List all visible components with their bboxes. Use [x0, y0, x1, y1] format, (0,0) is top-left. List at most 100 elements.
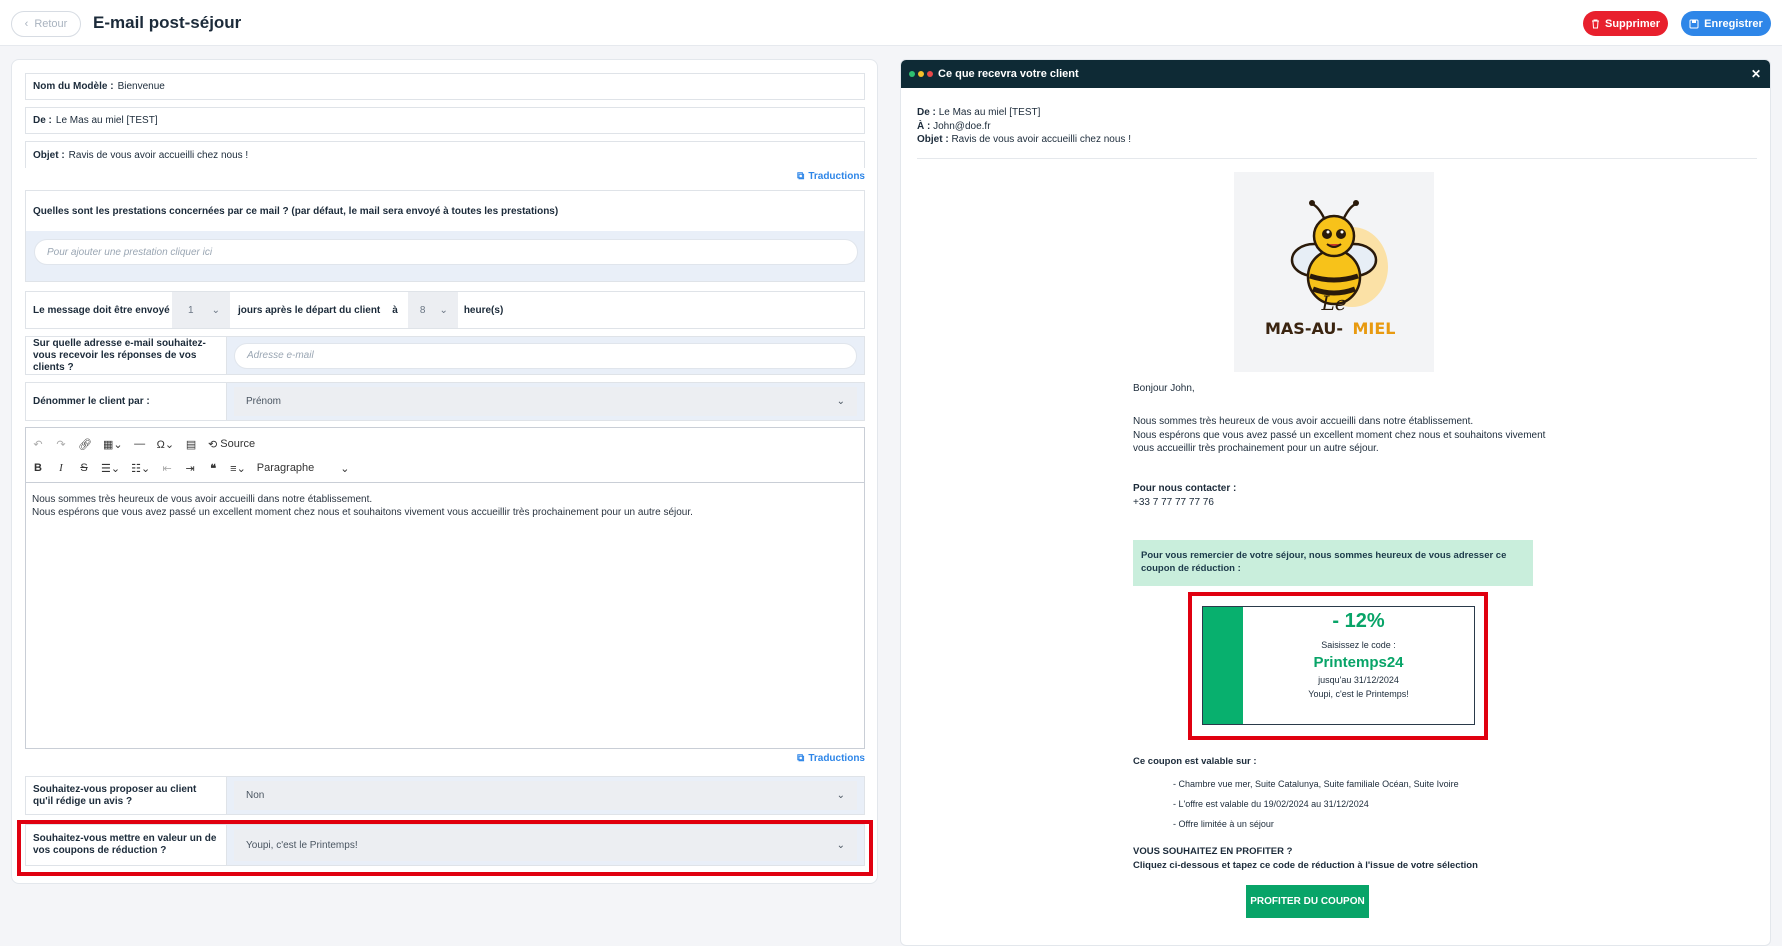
indent-icon[interactable]: ⇥	[184, 461, 196, 475]
valid-item: - Chambre vue mer, Suite Catalunya, Suit…	[1173, 779, 1459, 789]
from-label: De :	[33, 115, 52, 126]
align-icon[interactable]: ≡⌄	[230, 461, 246, 475]
logo-top-text: Le	[1320, 291, 1346, 315]
reply-email-cell: Adresse e-mail	[227, 337, 864, 374]
numbered-list-icon[interactable]: ☰⌄	[101, 461, 120, 475]
rich-text-editor: ↶ ↷ 🔗︎ ▦⌄ — Ω⌄ ▤ ⟲ Source B I S ☰⌄ ☷⌄ ⇤ ⇥…	[25, 427, 865, 749]
editor-line-2: Nous espérons que vous avez passé un exc…	[32, 507, 693, 518]
client-naming-select[interactable]: Prénom ⌄	[234, 387, 857, 416]
delete-button-label: Supprimer	[1604, 17, 1660, 30]
back-button[interactable]: ‹ Retour	[11, 11, 81, 37]
italic-icon[interactable]: I	[55, 461, 67, 475]
from-value: Le Mas au miel [TEST]	[55, 115, 158, 126]
strikethrough-icon[interactable]: S	[78, 461, 90, 475]
model-name-field[interactable]: Nom du Modèle : Bienvenue	[25, 73, 865, 100]
html-embed-icon[interactable]: ▤	[185, 437, 197, 451]
model-name-label: Nom du Modèle :	[33, 81, 114, 92]
hour-suffix: heure(s)	[463, 304, 504, 316]
chevron-down-icon: ⌄	[211, 304, 220, 316]
services-input-area: Pour ajouter une prestation cliquer ici	[26, 231, 864, 281]
contact-label: Pour nous contacter :	[1133, 483, 1237, 494]
special-char-icon[interactable]: Ω⌄	[157, 437, 174, 451]
subject-value: Ravis de vous avoir accueilli chez nous …	[68, 149, 249, 161]
send-timing-row: Le message doit être envoyé 1 ⌄ jours ap…	[25, 291, 865, 329]
preview-header: Ce que recevra votre client ✕	[901, 60, 1770, 88]
profit-coupon-button[interactable]: PROFITER DU COUPON	[1246, 885, 1369, 918]
services-question: Quelles sont les prestations concernées …	[26, 191, 864, 231]
client-naming-value: Prénom	[246, 396, 282, 407]
bold-icon[interactable]: B	[32, 461, 44, 475]
preview-to-label: À :	[917, 120, 931, 132]
at-label: à	[392, 304, 398, 316]
preview-from-value: Le Mas au miel [TEST]	[938, 107, 1041, 118]
window-dot-yellow	[918, 71, 924, 77]
body-line-2: Nous espérons que vous avez passé un exc…	[1133, 429, 1546, 441]
services-input[interactable]: Pour ajouter une prestation cliquer ici	[34, 239, 858, 265]
body-line-3: vous accueillir très prochainement pour …	[1133, 443, 1379, 454]
review-label: Souhaitez-vous proposer au client qu'il …	[26, 777, 227, 814]
page-title: E-mail post-séjour	[93, 13, 242, 32]
translations-link-top[interactable]: ⧉ Traductions	[797, 171, 865, 182]
blockquote-icon[interactable]: ❝	[207, 461, 219, 475]
body-line-1: Nous sommes très heureux de vous avoir a…	[1133, 416, 1474, 427]
table-icon[interactable]: ▦⌄	[103, 437, 123, 451]
preview-meta: De : Le Mas au miel [TEST] À : John@doe.…	[917, 106, 1131, 147]
chevron-down-icon: ⌄	[836, 790, 845, 801]
template-form-panel: Nom du Modèle : Bienvenue De : Le Mas au…	[11, 59, 878, 884]
outdent-icon[interactable]: ⇤	[161, 461, 173, 475]
coupon-row-highlight	[17, 820, 873, 876]
client-naming-row: Dénommer le client par : Prénom ⌄	[25, 382, 865, 421]
preview-to-value: John@doe.fr	[933, 120, 991, 132]
subject-label: Objet :	[33, 149, 65, 161]
editor-toolbar: ↶ ↷ 🔗︎ ▦⌄ — Ω⌄ ▤ ⟲ Source B I S ☰⌄ ☷⌄ ⇤ ⇥…	[26, 428, 864, 483]
client-naming-cell: Prénom ⌄	[227, 383, 864, 420]
reply-email-input[interactable]: Adresse e-mail	[234, 342, 857, 369]
email-body: Nous sommes très heureux de vous avoir a…	[1133, 415, 1545, 456]
preview-from-label: De :	[917, 107, 936, 118]
undo-icon[interactable]: ↶	[32, 437, 44, 451]
horizontal-line-icon[interactable]: —	[134, 437, 146, 451]
review-select[interactable]: Non ⌄	[234, 781, 857, 810]
trash-icon	[1591, 19, 1599, 28]
valid-items-list: - Chambre vue mer, Suite Catalunya, Suit…	[1173, 774, 1459, 834]
translations-link-bottom[interactable]: ⧉ Traductions	[797, 753, 865, 764]
editor-line-1: Nous sommes très heureux de vous avoir a…	[32, 494, 373, 505]
contact-phone: +33 7 77 77 77 76	[1133, 496, 1214, 508]
close-icon[interactable]: ✕	[1751, 67, 1761, 81]
logo-left-text: MAS-AU-	[1265, 319, 1343, 338]
logo-right-text: MIEL	[1353, 319, 1396, 338]
editor-content[interactable]: Nous sommes très heureux de vous avoir a…	[26, 483, 864, 529]
save-button-label: Enregistrer	[1704, 17, 1763, 30]
delete-button[interactable]: Supprimer	[1583, 11, 1668, 36]
redo-icon[interactable]: ↷	[55, 437, 67, 451]
window-dot-red	[927, 71, 933, 77]
days-value: 1	[188, 304, 194, 316]
save-button[interactable]: Enregistrer	[1681, 11, 1771, 36]
translations-label: Traductions	[808, 753, 865, 764]
days-select[interactable]: 1 ⌄	[172, 292, 230, 328]
hour-select[interactable]: 8 ⌄	[407, 292, 458, 328]
save-icon	[1689, 19, 1699, 28]
review-value: Non	[246, 790, 265, 801]
source-button[interactable]: ⟲ Source	[208, 437, 255, 451]
preview-subject-label: Objet :	[917, 134, 949, 145]
meta-divider	[917, 158, 1757, 159]
client-naming-label: Dénommer le client par :	[26, 383, 227, 420]
translate-icon: ⧉	[797, 753, 805, 764]
review-cell: Non ⌄	[227, 777, 864, 814]
services-selector: Quelles sont les prestations concernées …	[25, 190, 865, 282]
coupon-intro-banner: Pour vous remercier de votre séjour, nou…	[1133, 540, 1533, 586]
bulleted-list-icon[interactable]: ☷⌄	[131, 461, 150, 475]
chevron-down-icon: ⌄	[340, 462, 350, 475]
contact-block: Pour nous contacter : +33 7 77 77 77 76	[1133, 482, 1236, 509]
heading-dropdown[interactable]: Paragraphe ⌄	[257, 461, 350, 475]
chevron-down-icon: ⌄	[836, 396, 845, 407]
valid-item: - Offre limitée à un séjour	[1173, 819, 1274, 829]
subject-field[interactable]: Objet : Ravis de vous avoir accueilli ch…	[25, 141, 865, 168]
top-bar: ‹ Retour E-mail post-séjour Supprimer En…	[0, 0, 1782, 46]
brand-logo: Le MAS-AU- MIEL	[1234, 172, 1434, 372]
greeting: Bonjour John,	[1133, 383, 1195, 394]
link-icon[interactable]: 🔗︎	[78, 437, 92, 451]
from-field[interactable]: De : Le Mas au miel [TEST]	[25, 107, 865, 134]
model-name-value: Bienvenue	[117, 81, 165, 92]
